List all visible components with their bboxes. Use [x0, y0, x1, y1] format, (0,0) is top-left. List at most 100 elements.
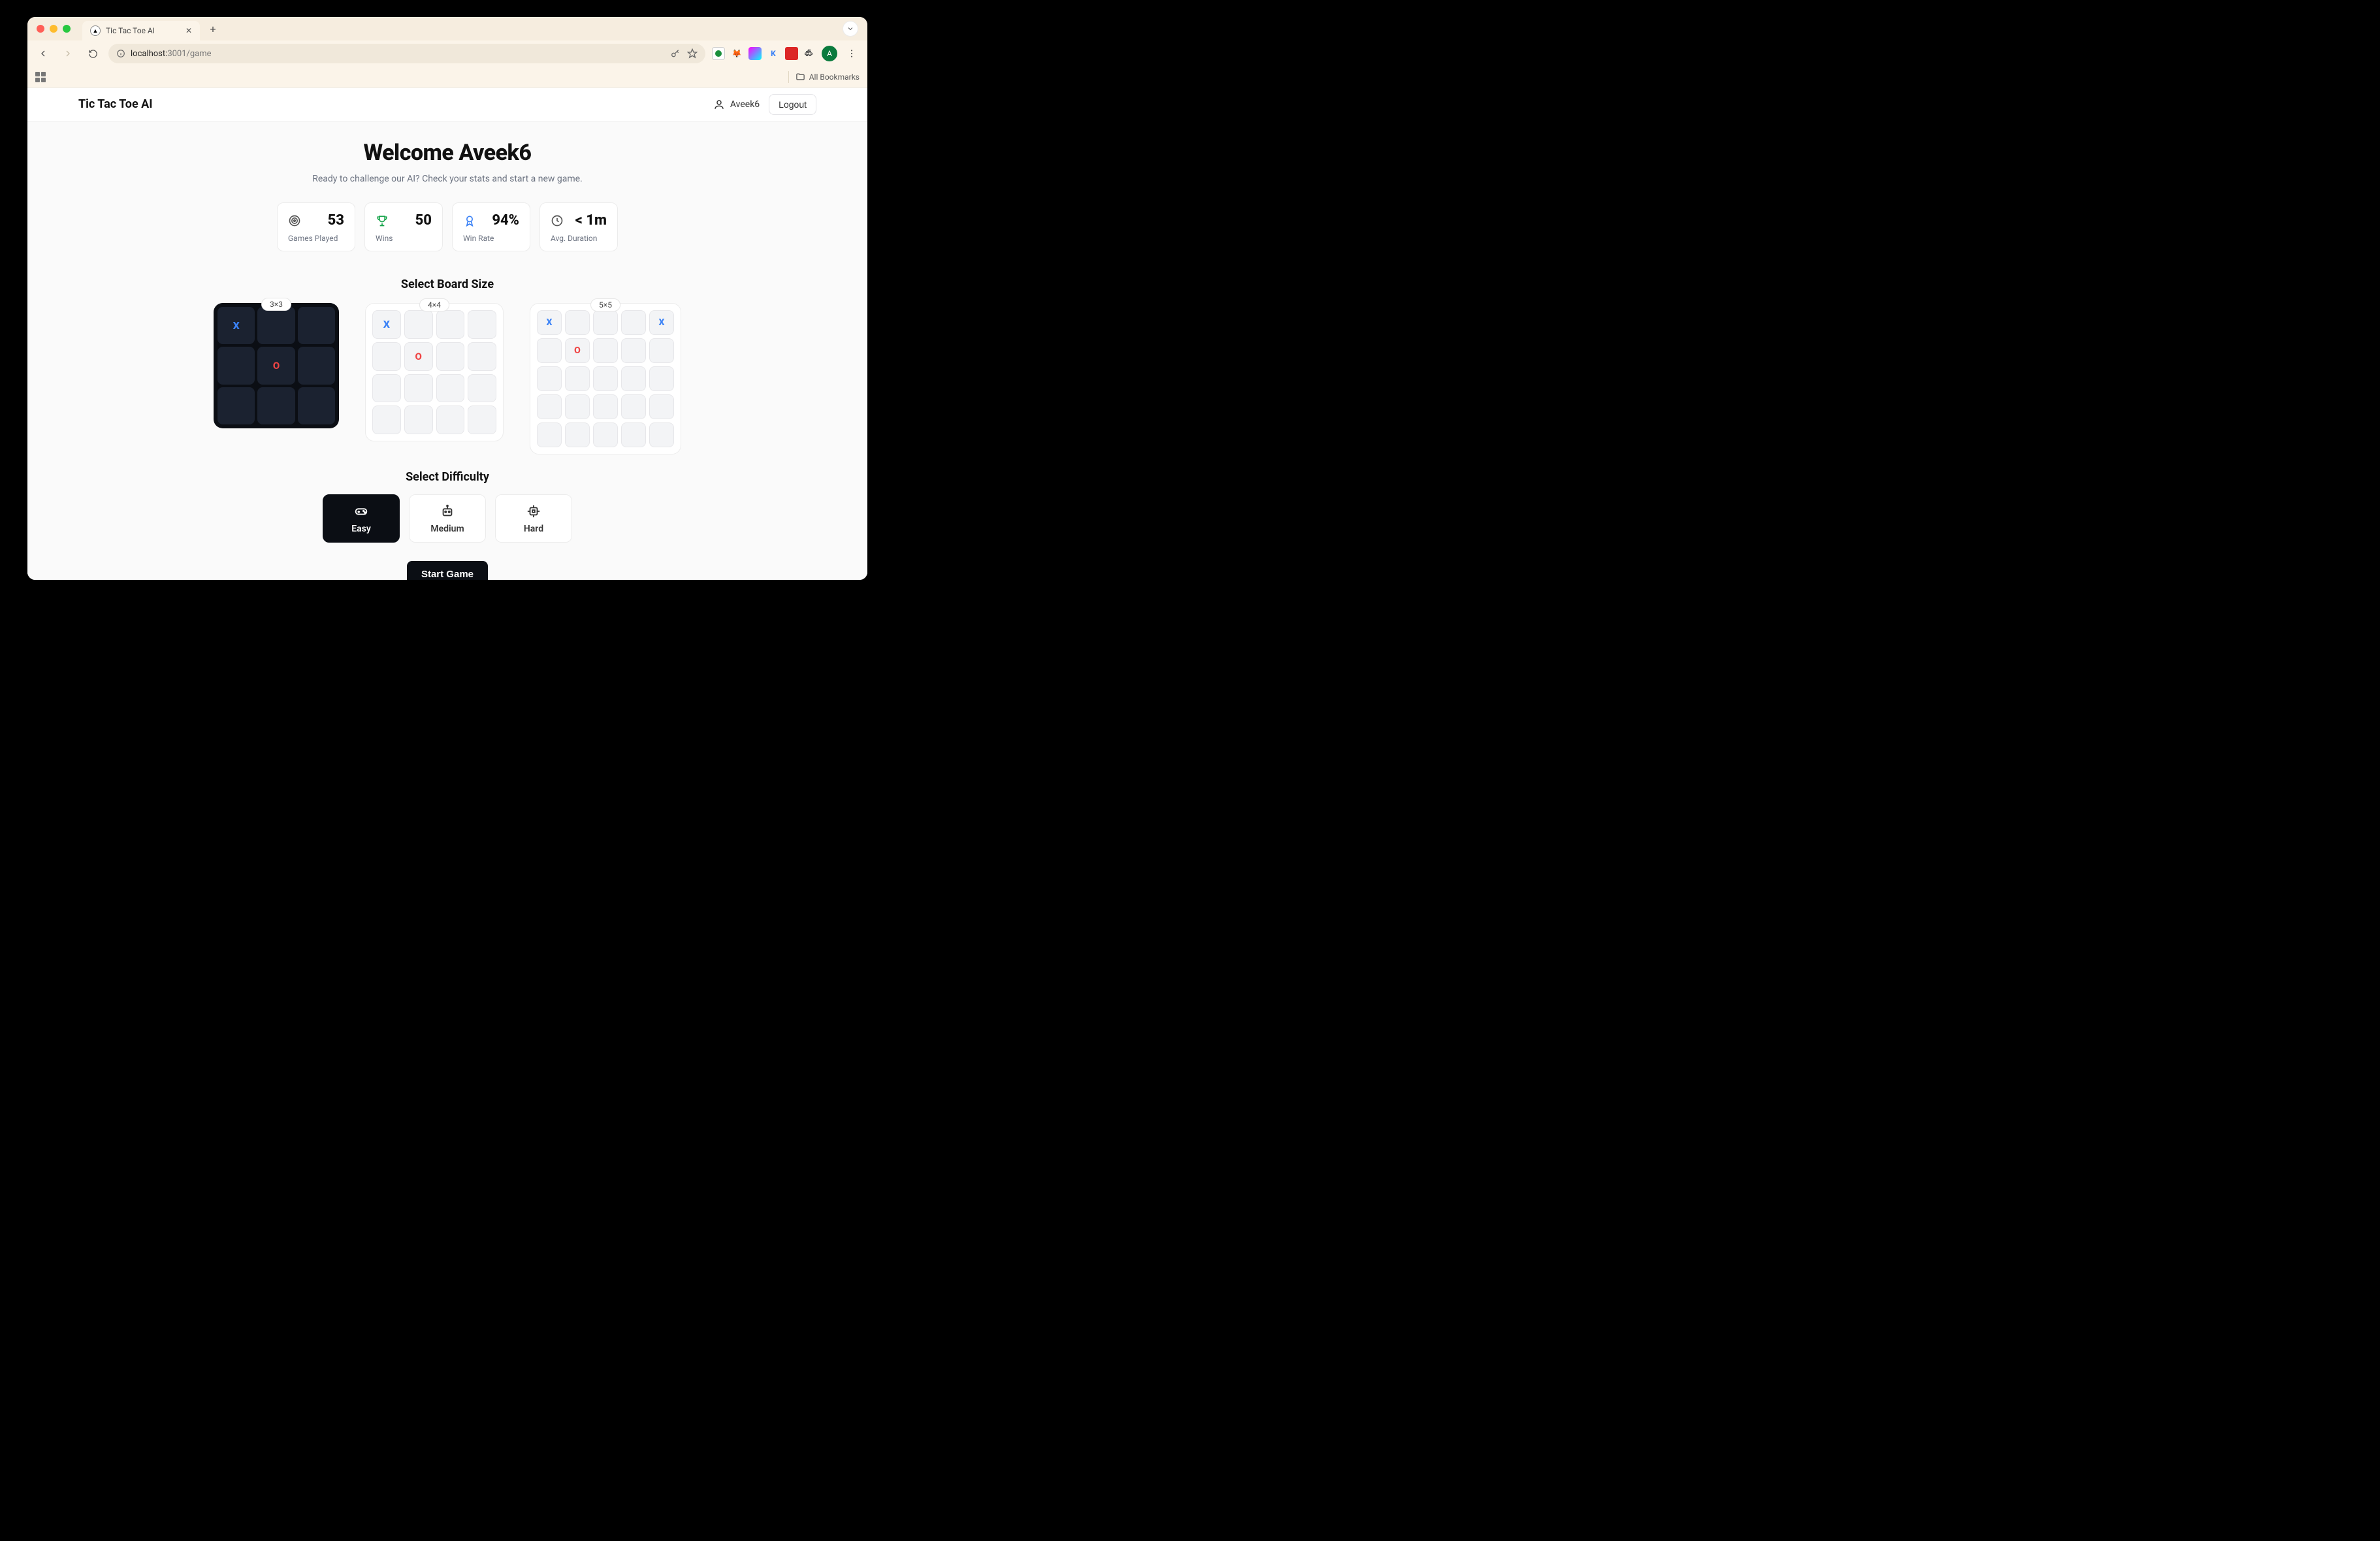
board-cell [468, 405, 496, 434]
board-cell [298, 387, 335, 424]
stat-value: < 1m [575, 212, 607, 229]
apps-grid-icon[interactable] [35, 72, 46, 82]
board-cell [593, 310, 618, 335]
board-cell [537, 366, 562, 391]
board-cell [217, 347, 255, 384]
board-cell [436, 374, 465, 403]
stat-label: Wins [376, 234, 432, 243]
board-cell [565, 366, 590, 391]
divider [788, 71, 789, 83]
extension-icon[interactable]: 🦊 [730, 47, 743, 60]
board-cell [621, 422, 646, 447]
browser-tab[interactable]: ▲ Tic Tac Toe AI ✕ [82, 21, 200, 40]
welcome-heading: Welcome Aveek6 [101, 140, 794, 166]
close-tab-icon[interactable]: ✕ [185, 26, 192, 35]
extension-icon[interactable] [712, 47, 725, 60]
user-chip[interactable]: Aveek6 [713, 99, 760, 110]
url-host: localhost:3001/game [131, 49, 212, 59]
board-cell: X [537, 310, 562, 335]
subtitle-text: Ready to challenge our AI? Check your st… [101, 174, 794, 184]
stat-label: Win Rate [463, 234, 519, 243]
board-cell: X [372, 310, 401, 339]
stat-win-rate: 94% Win Rate [452, 202, 530, 251]
close-window-icon[interactable] [37, 25, 44, 33]
difficulty-label: Hard [524, 524, 543, 534]
extension-icon[interactable] [785, 47, 798, 60]
window-controls [37, 25, 71, 33]
board-cell [436, 405, 465, 434]
board-cell [593, 366, 618, 391]
extension-icon[interactable]: K [767, 47, 780, 60]
app-header: Tic Tac Toe AI Aveek6 Logout [27, 87, 867, 121]
bookmarks-bar: All Bookmarks [27, 67, 867, 87]
brand-title: Tic Tac Toe AI [78, 97, 153, 111]
tabs-menu-button[interactable] [843, 21, 858, 37]
stat-value: 50 [415, 212, 432, 229]
board-cell [621, 338, 646, 363]
board-cell [593, 338, 618, 363]
username-label: Aveek6 [730, 99, 760, 110]
board-cell: O [565, 338, 590, 363]
board-cell [298, 307, 335, 344]
extensions-puzzle-icon[interactable] [803, 47, 816, 60]
gamepad-icon [354, 504, 368, 518]
maximize-window-icon[interactable] [63, 25, 71, 33]
board-cell [537, 338, 562, 363]
profile-avatar[interactable]: A [822, 46, 837, 61]
board-cell [372, 405, 401, 434]
board-cell: X [217, 307, 255, 344]
board-cell [565, 394, 590, 419]
difficulty-label: Easy [351, 524, 371, 534]
difficulty-medium[interactable]: Medium [409, 494, 486, 543]
password-key-icon[interactable] [670, 48, 681, 59]
bookmark-star-icon[interactable] [687, 48, 698, 59]
stat-label: Avg. Duration [551, 234, 607, 243]
site-info-icon[interactable] [116, 49, 125, 58]
trophy-icon [376, 214, 389, 227]
board-cell [404, 310, 433, 339]
board-cell [565, 422, 590, 447]
difficulty-options: Easy Medium Hard [101, 494, 794, 543]
forward-button[interactable] [59, 44, 77, 63]
user-icon [713, 99, 725, 110]
back-button[interactable] [34, 44, 52, 63]
board-cell [217, 387, 255, 424]
new-tab-button[interactable]: + [205, 21, 221, 37]
medal-icon [463, 214, 476, 227]
stat-value: 94% [492, 212, 519, 229]
board-option-4x4[interactable]: 4×4 X O [365, 303, 504, 441]
reload-button[interactable] [84, 44, 102, 63]
minimize-window-icon[interactable] [50, 25, 57, 33]
board-cell [298, 347, 335, 384]
logout-button[interactable]: Logout [769, 94, 816, 115]
all-bookmarks-button[interactable]: All Bookmarks [796, 72, 860, 82]
board-cell [649, 366, 674, 391]
difficulty-label: Medium [430, 524, 464, 534]
board-cell [537, 422, 562, 447]
target-icon [288, 214, 301, 227]
tab-title: Tic Tac Toe AI [106, 26, 180, 35]
board-size-options: 3×3 X O [101, 303, 794, 454]
browser-window: ▲ Tic Tac Toe AI ✕ + localhost:3001/game [27, 17, 867, 580]
board-cell [649, 338, 674, 363]
board-cell [565, 310, 590, 335]
board-option-5x5[interactable]: 5×5 X X O [530, 303, 681, 454]
extension-icon[interactable] [748, 47, 762, 60]
board-cell [468, 374, 496, 403]
kebab-menu-icon[interactable] [843, 44, 861, 63]
stat-wins: 50 Wins [364, 202, 443, 251]
board-badge: 5×5 [590, 298, 620, 311]
board-cell [404, 374, 433, 403]
difficulty-easy[interactable]: Easy [323, 494, 400, 543]
board-cell [372, 342, 401, 371]
address-bar[interactable]: localhost:3001/game [108, 44, 705, 63]
board-cell [537, 394, 562, 419]
tab-strip: ▲ Tic Tac Toe AI ✕ + [27, 17, 867, 40]
start-game-button[interactable]: Start Game [407, 561, 488, 580]
board-cell [468, 342, 496, 371]
board-option-3x3[interactable]: 3×3 X O [214, 303, 339, 428]
board-cell [257, 307, 295, 344]
board-cell [468, 310, 496, 339]
difficulty-hard[interactable]: Hard [495, 494, 572, 543]
stats-row: 53 Games Played 50 Wins [101, 202, 794, 251]
